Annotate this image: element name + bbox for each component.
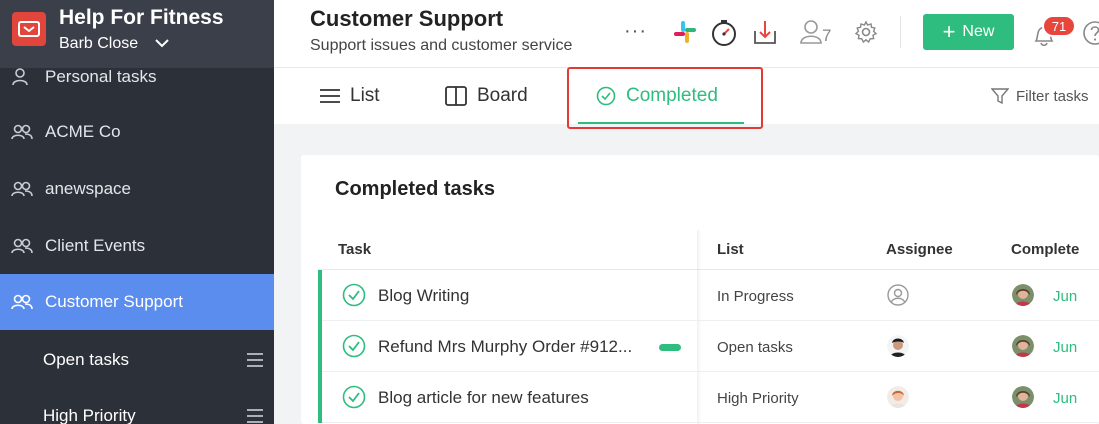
status-bar (318, 372, 322, 423)
column-header-list[interactable]: List (717, 241, 744, 258)
table-header: Task List Assignee Complete (318, 230, 1099, 270)
sidebar-item-client-events[interactable]: Client Events (0, 218, 274, 274)
gear-icon[interactable] (854, 19, 878, 45)
filter-label: Filter tasks (1016, 87, 1089, 105)
column-header-completed[interactable]: Complete (1011, 241, 1079, 258)
task-name[interactable]: Blog Writing (378, 286, 469, 306)
check-circle-icon[interactable] (342, 385, 366, 409)
download-icon[interactable] (752, 19, 778, 47)
avatar (1012, 284, 1034, 306)
drag-handle-icon[interactable] (247, 353, 263, 367)
avatar (1012, 386, 1034, 408)
users-icon (11, 123, 33, 141)
plus-icon: + (942, 19, 956, 44)
members-icon[interactable] (800, 19, 822, 45)
table-row[interactable]: Refund Mrs Murphy Order #912... Open tas… (318, 321, 1099, 372)
annotation-highlight-box (567, 67, 763, 129)
sidebar-item-label: ACME Co (45, 122, 121, 141)
avatar (1012, 335, 1034, 357)
panel-title: Completed tasks (335, 178, 496, 200)
check-circle-icon[interactable] (342, 334, 366, 358)
drag-handle-icon[interactable] (247, 409, 263, 423)
tag-pill (659, 344, 681, 351)
sidebar-item-acme-co[interactable]: ACME Co (0, 104, 274, 160)
users-icon (11, 293, 33, 311)
help-icon[interactable] (1082, 20, 1099, 46)
unassigned-avatar-icon[interactable] (887, 284, 909, 306)
tab-label: Board (477, 85, 528, 106)
table-row[interactable]: Blog Writing In Progress Jun (318, 270, 1099, 321)
filter-tasks-button[interactable]: Filter tasks (991, 68, 1089, 124)
completed-date: Jun (1053, 339, 1078, 356)
task-list: High Priority (717, 390, 799, 407)
tab-board[interactable]: Board (445, 68, 528, 124)
column-header-assignee[interactable]: Assignee (886, 241, 953, 258)
task-name[interactable]: Blog article for new features (378, 388, 589, 408)
sidebar-item-label: anewspace (45, 179, 132, 198)
chevron-down-icon (155, 39, 169, 48)
sidebar-subitem-label: Open tasks (43, 350, 129, 369)
workspace-name: Help For Fitness (59, 6, 224, 29)
sidebar-subitem-open-tasks[interactable]: Open tasks (0, 332, 274, 388)
board-icon (445, 86, 467, 106)
completed-date: Jun (1053, 288, 1078, 305)
sidebar-item-anewspace[interactable]: anewspace (0, 161, 274, 217)
filter-icon (991, 87, 1009, 105)
column-header-task[interactable]: Task (338, 241, 371, 258)
sidebar-item-customer-support[interactable]: Customer Support (0, 274, 274, 330)
notification-badge: 71 (1042, 15, 1076, 37)
sidebar-item-personal-tasks[interactable]: Personal tasks (0, 49, 274, 105)
sidebar-subitem-high-priority[interactable]: High Priority (0, 388, 274, 424)
task-list: Open tasks (717, 339, 793, 356)
app-window: Help For Fitness Barb Close Personal tas… (0, 0, 1099, 424)
project-header: Customer Support Support issues and cust… (274, 0, 1099, 68)
list-icon (320, 88, 340, 104)
member-count: 7 (822, 26, 832, 45)
slack-icon[interactable] (672, 19, 698, 45)
sidebar-item-label: Client Events (45, 236, 146, 255)
avatar[interactable] (887, 335, 909, 357)
page-subtitle: Support issues and customer service (310, 37, 573, 54)
users-icon (11, 180, 33, 198)
time-tracker-icon[interactable] (710, 19, 738, 47)
new-task-button[interactable]: + New (923, 14, 1014, 50)
more-options-icon[interactable]: ··· (624, 20, 647, 43)
completed-tasks-panel: Completed tasks Task List Assignee Compl… (301, 155, 1099, 424)
new-button-label: New (962, 23, 995, 40)
check-circle-icon[interactable] (342, 283, 366, 307)
status-bar (318, 321, 322, 372)
completed-date: Jun (1053, 390, 1078, 407)
avatar[interactable] (887, 386, 909, 408)
users-icon (11, 237, 33, 255)
header-divider (900, 16, 901, 48)
status-bar (318, 270, 322, 321)
tab-list[interactable]: List (320, 68, 380, 124)
sidebar-item-label: Personal tasks (45, 67, 157, 86)
task-name[interactable]: Refund Mrs Murphy Order #912... (378, 337, 632, 357)
sidebar-item-label: Customer Support (45, 292, 183, 311)
sidebar: Help For Fitness Barb Close Personal tas… (0, 0, 274, 424)
table-row[interactable]: Blog article for new features High Prior… (318, 372, 1099, 423)
tab-label: List (350, 85, 380, 106)
task-list: In Progress (717, 288, 794, 305)
user-icon (11, 68, 33, 86)
sidebar-subitem-label: High Priority (43, 406, 136, 424)
page-title: Customer Support (310, 6, 504, 31)
workspace-logo (12, 12, 46, 46)
